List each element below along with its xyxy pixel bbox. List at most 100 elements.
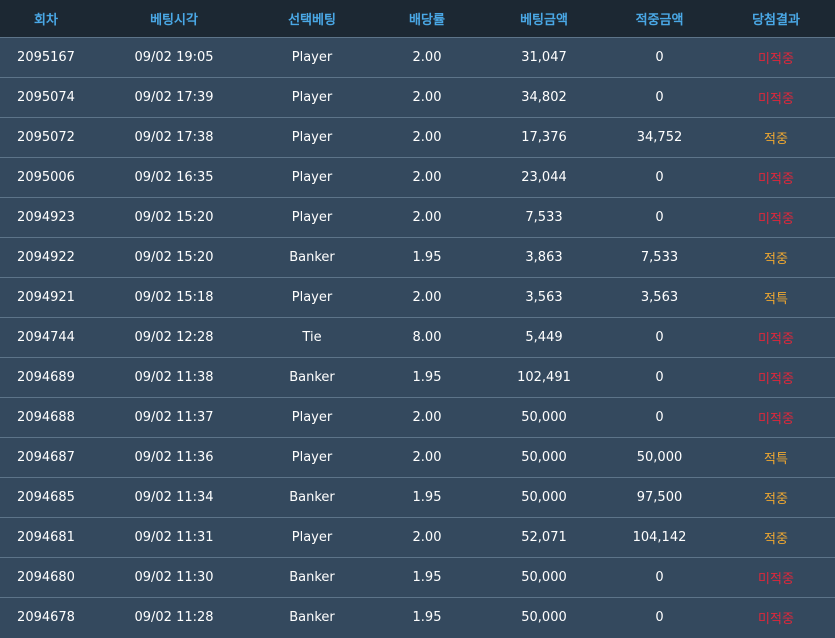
cell-bet-time: 09/02 11:34: [134, 490, 214, 505]
table-row[interactable]: 2094922 09/02 15:20 Banker 1.95 3,863 7,533 적중: [0, 237, 835, 277]
cell-round: 2094685: [17, 490, 75, 505]
cell-bet-amount: 50,000: [521, 490, 567, 505]
cell-odds: 1.95: [412, 570, 442, 585]
cell-pick: Banker: [289, 490, 335, 505]
cell-pick: Player: [291, 290, 333, 305]
cell-pick: Player: [291, 210, 333, 225]
table-row[interactable]: 2094921 09/02 15:18 Player 2.00 3,563 3,563 적특: [0, 277, 835, 317]
cell-bet-amount: 50,000: [521, 610, 567, 625]
cell-bet-amount: 102,491: [517, 370, 571, 385]
table-row[interactable]: 2094678 09/02 11:28 Banker 1.95 50,000 0 미적중: [0, 597, 835, 637]
cell-odds: 8.00: [412, 330, 442, 345]
cell-result: 미적중: [758, 612, 794, 627]
table-row[interactable]: 2095074 09/02 17:39 Player 2.00 34,802 0 미적중: [0, 77, 835, 117]
table-row[interactable]: 2094923 09/02 15:20 Player 2.00 7,533 0 미적중: [0, 197, 835, 237]
cell-pick: Player: [291, 90, 333, 105]
cell-win-amount: 34,752: [636, 130, 683, 145]
cell-result: 미적중: [758, 212, 794, 227]
cell-odds: 1.95: [412, 610, 442, 625]
cell-round: 2095074: [17, 90, 75, 105]
cell-win-amount: 0: [655, 90, 664, 105]
cell-odds: 2.00: [412, 170, 442, 185]
table-row[interactable]: 2094688 09/02 11:37 Player 2.00 50,000 0 미적중: [0, 397, 835, 437]
cell-odds: 2.00: [412, 210, 442, 225]
cell-bet-time: 09/02 15:20: [134, 250, 214, 265]
cell-bet-amount: 23,044: [521, 170, 567, 185]
cell-pick: Player: [291, 450, 333, 465]
cell-pick: Player: [291, 410, 333, 425]
table-row[interactable]: 2095167 09/02 19:05 Player 2.00 31,047 0 미적중: [0, 37, 835, 77]
cell-result: 적중: [764, 492, 788, 507]
cell-win-amount: 0: [655, 50, 664, 65]
cell-odds: 2.00: [412, 90, 442, 105]
cell-win-amount: 0: [655, 410, 664, 425]
cell-result: 적특: [764, 292, 788, 307]
table-row[interactable]: 2095072 09/02 17:38 Player 2.00 17,376 34,752…: [0, 117, 835, 157]
table-row[interactable]: 2094680 09/02 11:30 Banker 1.95 50,000 0 미적중: [0, 557, 835, 597]
cell-result: 적중: [764, 252, 788, 267]
column-header-bet-time[interactable]: 베팅시각: [92, 9, 256, 28]
cell-odds: 1.95: [412, 250, 442, 265]
cell-round: 2094680: [17, 570, 75, 585]
column-header-bet-amount[interactable]: 베팅금액: [486, 9, 602, 28]
cell-bet-time: 09/02 11:37: [134, 410, 214, 425]
cell-bet-time: 09/02 17:39: [134, 90, 214, 105]
cell-win-amount: 7,533: [640, 250, 679, 265]
table-row[interactable]: 2094687 09/02 11:36 Player 2.00 50,000 50,000…: [0, 437, 835, 477]
column-header-odds[interactable]: 배당률: [368, 9, 486, 28]
cell-pick: Player: [291, 130, 333, 145]
cell-bet-amount: 50,000: [521, 450, 567, 465]
cell-bet-amount: 50,000: [521, 570, 567, 585]
cell-pick: Player: [291, 170, 333, 185]
column-header-pick[interactable]: 선택베팅: [256, 9, 368, 28]
cell-bet-amount: 3,563: [525, 290, 563, 305]
cell-win-amount: 0: [655, 210, 664, 225]
cell-bet-time: 09/02 17:38: [134, 130, 214, 145]
cell-bet-time: 09/02 16:35: [134, 170, 214, 185]
cell-bet-amount: 52,071: [521, 530, 567, 545]
table-row[interactable]: 2094744 09/02 12:28 Tie 8.00 5,449 0 미적중: [0, 317, 835, 357]
cell-result: 미적중: [758, 412, 794, 427]
cell-pick: Player: [291, 530, 333, 545]
cell-round: 2095167: [17, 50, 75, 65]
cell-win-amount: 0: [655, 570, 664, 585]
table-row[interactable]: 2095006 09/02 16:35 Player 2.00 23,044 0 미적중: [0, 157, 835, 197]
table-row[interactable]: 2094681 09/02 11:31 Player 2.00 52,071 104,14…: [0, 517, 835, 557]
betting-history-table: 회차 베팅시각 선택베팅 배당률 베팅금액 적중금액 당첨결과 2095167 0…: [0, 0, 835, 638]
cell-pick: Tie: [302, 330, 322, 345]
cell-bet-time: 09/02 11:28: [134, 610, 214, 625]
column-header-round[interactable]: 회차: [0, 9, 92, 28]
column-header-result[interactable]: 당첨결과: [717, 9, 835, 28]
cell-win-amount: 50,000: [636, 450, 683, 465]
cell-result: 미적중: [758, 172, 794, 187]
cell-bet-time: 09/02 11:31: [134, 530, 214, 545]
table-row[interactable]: 2094685 09/02 11:34 Banker 1.95 50,000 97,500…: [0, 477, 835, 517]
cell-round: 2094678: [17, 610, 75, 625]
cell-round: 2094681: [17, 530, 75, 545]
cell-pick: Banker: [289, 610, 335, 625]
cell-bet-time: 09/02 11:36: [134, 450, 214, 465]
cell-round: 2094687: [17, 450, 75, 465]
cell-result: 미적중: [758, 52, 794, 67]
cell-pick: Banker: [289, 250, 335, 265]
cell-odds: 2.00: [412, 450, 442, 465]
cell-bet-amount: 34,802: [521, 90, 567, 105]
cell-round: 2095006: [17, 170, 75, 185]
cell-odds: 2.00: [412, 290, 442, 305]
cell-odds: 1.95: [412, 370, 442, 385]
table-header: 회차 베팅시각 선택베팅 배당률 베팅금액 적중금액 당첨결과: [0, 0, 835, 37]
cell-win-amount: 0: [655, 370, 664, 385]
cell-bet-time: 09/02 11:38: [134, 370, 214, 385]
cell-win-amount: 0: [655, 330, 664, 345]
cell-odds: 2.00: [412, 410, 442, 425]
cell-win-amount: 97,500: [636, 490, 683, 505]
cell-win-amount: 104,142: [632, 530, 687, 545]
cell-odds: 2.00: [412, 130, 442, 145]
column-header-win-amount[interactable]: 적중금액: [602, 9, 717, 28]
cell-round: 2095072: [17, 130, 75, 145]
cell-bet-time: 09/02 11:30: [134, 570, 214, 585]
cell-result: 미적중: [758, 572, 794, 587]
cell-round: 2094922: [17, 250, 75, 265]
table-row[interactable]: 2094689 09/02 11:38 Banker 1.95 102,491 0 미적중: [0, 357, 835, 397]
cell-bet-amount: 3,863: [525, 250, 563, 265]
